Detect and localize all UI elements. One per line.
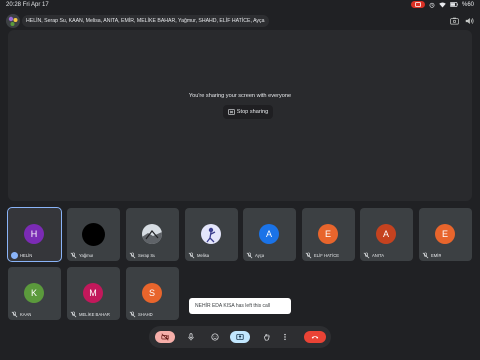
avatar: E bbox=[318, 224, 338, 244]
participant-tile-kaan[interactable]: K KAAN bbox=[8, 267, 61, 320]
participant-name: Yağmur bbox=[79, 252, 94, 258]
avatar: K bbox=[24, 283, 44, 303]
alarm-icon bbox=[429, 2, 435, 8]
participant-left-toast: NEHİR EDA KISA has left this call bbox=[189, 298, 291, 314]
mic-off-icon bbox=[188, 252, 195, 258]
status-bar: 20:28 Fri Apr 17 %60 bbox=[0, 0, 480, 11]
avatar: M bbox=[83, 283, 103, 303]
end-call-button[interactable] bbox=[304, 331, 326, 343]
screen-share-message: You're sharing your screen with everyone bbox=[188, 93, 292, 99]
participant-name: HELİN bbox=[20, 252, 33, 258]
battery-icon bbox=[449, 2, 458, 7]
participant-tile-emir[interactable]: E EMİR bbox=[419, 208, 472, 261]
screen-record-icon[interactable] bbox=[410, 1, 425, 8]
stop-sharing-label: Stop sharing bbox=[236, 109, 269, 115]
meeting-avatar-icon[interactable] bbox=[6, 14, 20, 28]
switch-camera-icon[interactable] bbox=[448, 15, 460, 27]
mic-off-icon bbox=[246, 252, 253, 258]
participant-name: EMİR bbox=[431, 252, 442, 258]
participant-name: Melisa bbox=[197, 252, 210, 258]
microphone-button[interactable] bbox=[181, 331, 201, 343]
call-controls-bar bbox=[149, 326, 331, 348]
status-time: 20:28 Fri Apr 17 bbox=[6, 2, 49, 8]
stop-share-icon bbox=[227, 109, 235, 115]
mic-off-icon bbox=[11, 311, 18, 317]
mic-off-icon bbox=[129, 311, 136, 317]
raise-hand-button[interactable] bbox=[257, 331, 277, 343]
participant-name: Serap Su bbox=[138, 252, 156, 258]
mic-off-icon bbox=[422, 252, 429, 258]
participant-name: Ayça bbox=[255, 252, 265, 258]
participant-name: ELİF HATİCE bbox=[314, 252, 340, 258]
more-options-icon bbox=[284, 333, 286, 341]
mic-off-icon bbox=[70, 311, 77, 317]
participant-tile-anita[interactable]: A ANITA bbox=[360, 208, 413, 261]
more-options-button[interactable] bbox=[279, 331, 291, 343]
present-screen-icon bbox=[236, 334, 244, 340]
microphone-icon bbox=[188, 333, 194, 341]
camera-off-icon bbox=[161, 333, 169, 341]
participant-tile-serap-su[interactable]: Serap Su bbox=[126, 208, 179, 261]
avatar bbox=[82, 223, 105, 246]
avatar: E bbox=[435, 224, 455, 244]
participant-tile-ayca[interactable]: A Ayça bbox=[243, 208, 296, 261]
battery-level: %60 bbox=[461, 1, 474, 8]
avatar: A bbox=[259, 224, 279, 244]
stop-sharing-button[interactable]: Stop sharing bbox=[223, 105, 273, 119]
participants-list[interactable]: HELİN, Serap Su, KAAN, Melisa, ANITA, EM… bbox=[22, 15, 269, 27]
participant-name: ANITA bbox=[372, 252, 385, 258]
camera-toggle-button[interactable] bbox=[155, 331, 175, 343]
participant-name: MELİKE BAHAR bbox=[79, 311, 110, 317]
wifi-icon bbox=[439, 2, 446, 7]
mic-off-icon bbox=[305, 252, 312, 258]
avatar: A bbox=[376, 224, 396, 244]
participant-tile-yagmur[interactable]: Yağmur bbox=[67, 208, 120, 261]
self-indicator-icon bbox=[11, 251, 18, 259]
present-screen-button[interactable] bbox=[230, 331, 250, 343]
emoji-icon bbox=[211, 333, 219, 341]
avatar: S bbox=[142, 283, 162, 303]
mic-off-icon bbox=[363, 252, 370, 258]
end-call-icon bbox=[311, 336, 319, 339]
participant-tile-shahd[interactable]: S SHAHD bbox=[126, 267, 179, 320]
participant-tile-melike-bahar[interactable]: M MELİKE BAHAR bbox=[67, 267, 120, 320]
participant-tile-helin[interactable]: H HELİN bbox=[7, 207, 62, 262]
avatar: H bbox=[24, 224, 44, 244]
avatar bbox=[142, 224, 162, 244]
participant-name: KAAN bbox=[20, 311, 32, 317]
reactions-button[interactable] bbox=[205, 331, 225, 343]
mic-off-icon bbox=[129, 252, 136, 258]
avatar bbox=[201, 224, 221, 244]
participant-tile-elif-hatice[interactable]: E ELİF HATİCE bbox=[302, 208, 355, 261]
screen-share-stage: You're sharing your screen with everyone… bbox=[8, 30, 472, 201]
participant-tile-melisa[interactable]: Melisa bbox=[185, 208, 238, 261]
meeting-top-bar: HELİN, Serap Su, KAAN, Melisa, ANITA, EM… bbox=[0, 12, 480, 30]
participant-name: SHAHD bbox=[138, 311, 153, 317]
speaker-icon[interactable] bbox=[463, 15, 475, 27]
raise-hand-icon bbox=[264, 333, 270, 341]
mic-off-icon bbox=[70, 252, 77, 258]
